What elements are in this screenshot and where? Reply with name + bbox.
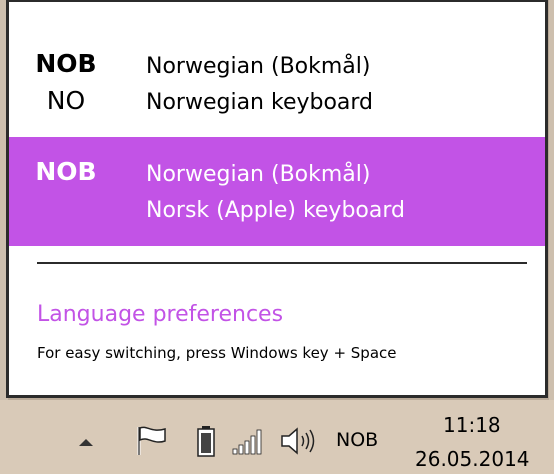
action-center-flag-icon[interactable] xyxy=(135,425,169,457)
language-preferences-link[interactable]: Language preferences xyxy=(37,302,283,327)
language-name: Norwegian (Bokmål) xyxy=(146,54,371,79)
language-option-norwegian-keyboard[interactable]: NOB NO Norwegian (Bokmål) Norwegian keyb… xyxy=(9,29,545,137)
language-name: Norwegian (Bokmål) xyxy=(146,162,371,187)
show-hidden-icons-arrow-icon[interactable] xyxy=(79,439,93,446)
battery-icon[interactable] xyxy=(196,425,216,457)
switching-hint: For easy switching, press Windows key + … xyxy=(37,344,397,362)
volume-icon[interactable] xyxy=(280,426,316,456)
language-code: NOB xyxy=(35,49,97,78)
keyboard-name: Norwegian keyboard xyxy=(146,90,374,115)
taskbar: NOB 11:18 26.05.2014 xyxy=(0,400,554,474)
keyboard-code: NO xyxy=(46,86,86,115)
keyboard-name: Norsk (Apple) keyboard xyxy=(146,198,405,223)
clock-time[interactable]: 11:18 xyxy=(443,413,501,437)
divider xyxy=(37,262,527,264)
network-signal-icon[interactable] xyxy=(232,427,266,455)
clock-date[interactable]: 26.05.2014 xyxy=(415,447,530,471)
language-option-norsk-apple-keyboard[interactable]: NOB Norwegian (Bokmål) Norsk (Apple) key… xyxy=(9,137,545,246)
input-language-indicator[interactable]: NOB xyxy=(336,429,378,451)
language-code: NOB xyxy=(35,157,97,186)
desktop-background-right xyxy=(549,0,554,400)
input-language-flyout: NOB NO Norwegian (Bokmål) Norwegian keyb… xyxy=(6,0,548,398)
